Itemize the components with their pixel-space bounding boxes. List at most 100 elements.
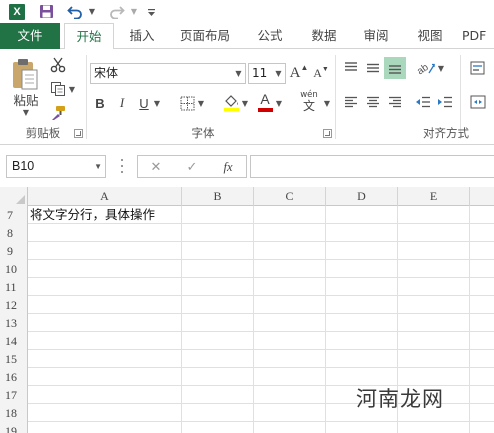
grid-cell[interactable] (28, 386, 182, 404)
customize-qat-icon[interactable] (144, 2, 158, 21)
grid-cell[interactable] (398, 260, 470, 278)
grid-cell[interactable] (254, 314, 326, 332)
grid-cell[interactable] (470, 422, 494, 433)
underline-dropdown[interactable]: ▼ (152, 93, 162, 113)
redo-icon[interactable] (106, 2, 128, 21)
grid-cell[interactable] (398, 314, 470, 332)
grid-cell[interactable] (326, 314, 398, 332)
grid-cell[interactable] (326, 296, 398, 314)
grid-cell[interactable] (470, 278, 494, 296)
grid-cell[interactable] (28, 332, 182, 350)
font-color-button[interactable]: A (256, 91, 274, 113)
row-header[interactable]: 15 (0, 350, 28, 368)
grid-cell[interactable] (28, 278, 182, 296)
enter-icon[interactable]: ✓ (180, 157, 204, 177)
row-header[interactable]: 18 (0, 404, 28, 422)
decrease-indent-icon[interactable] (414, 93, 432, 111)
bottom-align-icon[interactable] (384, 57, 406, 79)
chevron-down-icon[interactable]: ▼ (94, 156, 102, 177)
grid-cell[interactable] (254, 404, 326, 422)
column-header-d[interactable]: D (326, 187, 398, 206)
grid-cell[interactable] (254, 332, 326, 350)
grid-cell[interactable] (254, 386, 326, 404)
orientation-icon[interactable]: ab (416, 59, 436, 77)
grid-cell[interactable] (398, 224, 470, 242)
font-size-combo[interactable]: 11 ▼ (248, 63, 286, 84)
grid-cell[interactable] (326, 332, 398, 350)
grid-cell[interactable] (326, 224, 398, 242)
grid-cell[interactable] (326, 350, 398, 368)
grid-cell[interactable] (28, 296, 182, 314)
align-center-icon[interactable] (364, 93, 382, 111)
save-icon[interactable] (36, 2, 56, 21)
fill-color-dropdown[interactable]: ▼ (240, 93, 250, 113)
grid-cell[interactable] (254, 350, 326, 368)
grid-cell[interactable] (254, 224, 326, 242)
phonetic-guide-button[interactable]: wén 文 (296, 90, 322, 114)
grid-cell[interactable] (398, 422, 470, 433)
borders-dropdown[interactable]: ▼ (196, 93, 206, 113)
grid-cell[interactable] (254, 422, 326, 433)
grid-cell[interactable] (470, 350, 494, 368)
copy-icon[interactable] (48, 79, 68, 99)
tab-pdf[interactable]: PDF (462, 23, 494, 49)
select-all-corner[interactable] (0, 187, 28, 206)
cut-icon[interactable] (48, 55, 68, 75)
grid-cell[interactable] (182, 404, 254, 422)
tab-insert[interactable]: 插入 (120, 23, 164, 49)
phonetic-dropdown[interactable]: ▼ (322, 93, 332, 113)
paste-dropdown[interactable]: ▼ (10, 107, 42, 117)
fill-color-icon[interactable] (222, 91, 240, 113)
tab-review[interactable]: 审阅 (354, 23, 398, 49)
grid-cell[interactable] (182, 242, 254, 260)
chevron-down-icon[interactable]: ▼ (272, 64, 285, 83)
font-dialog-launcher-icon[interactable] (323, 129, 332, 138)
paste-label[interactable]: 粘贴 (10, 91, 42, 108)
column-header-a[interactable]: A (28, 187, 182, 206)
grid-cell[interactable] (28, 404, 182, 422)
grid-cell[interactable] (254, 206, 326, 224)
row-header[interactable]: 19 (0, 422, 28, 433)
merge-center-icon[interactable] (468, 93, 488, 111)
grid-cell[interactable] (470, 242, 494, 260)
row-header[interactable]: 7 (0, 206, 28, 224)
grow-font-button[interactable]: A ▲ (290, 63, 309, 84)
row-header[interactable]: 16 (0, 368, 28, 386)
grid-cell[interactable] (254, 260, 326, 278)
grid-cell[interactable] (254, 368, 326, 386)
grid-cell[interactable] (398, 296, 470, 314)
grid-cell[interactable] (326, 260, 398, 278)
align-left-icon[interactable] (342, 93, 360, 111)
namebox-resize-handle[interactable] (121, 159, 124, 173)
cancel-icon[interactable]: ✕ (144, 157, 168, 177)
grid-cell[interactable] (28, 242, 182, 260)
grid-cell[interactable] (182, 224, 254, 242)
tab-view[interactable]: 视图 (408, 23, 452, 49)
row-header[interactable]: 10 (0, 260, 28, 278)
grid-cell[interactable] (254, 242, 326, 260)
row-header[interactable]: 14 (0, 332, 28, 350)
column-header-b[interactable]: B (182, 187, 254, 206)
column-header-e[interactable]: E (398, 187, 470, 206)
format-painter-icon[interactable] (48, 103, 68, 123)
grid-cell[interactable] (470, 206, 494, 224)
grid-cell[interactable] (182, 386, 254, 404)
grid-cell[interactable] (470, 260, 494, 278)
grid-cell[interactable] (326, 422, 398, 433)
tab-page-layout[interactable]: 页面布局 (172, 23, 238, 49)
top-align-icon[interactable] (342, 59, 360, 77)
grid-cell[interactable] (326, 242, 398, 260)
grid-cell[interactable] (182, 296, 254, 314)
grid-cell[interactable] (398, 278, 470, 296)
grid-cell[interactable] (182, 260, 254, 278)
grid-cell[interactable] (182, 422, 254, 433)
grid-cell[interactable] (470, 314, 494, 332)
insert-function-icon[interactable]: fx (216, 157, 240, 177)
row-header[interactable]: 13 (0, 314, 28, 332)
grid-cell[interactable] (398, 350, 470, 368)
font-color-dropdown[interactable]: ▼ (274, 93, 284, 113)
middle-align-icon[interactable] (364, 59, 382, 77)
grid-cell[interactable] (182, 350, 254, 368)
clipboard-dialog-launcher-icon[interactable] (74, 129, 83, 138)
shrink-font-button[interactable]: A ▼ (312, 63, 330, 84)
